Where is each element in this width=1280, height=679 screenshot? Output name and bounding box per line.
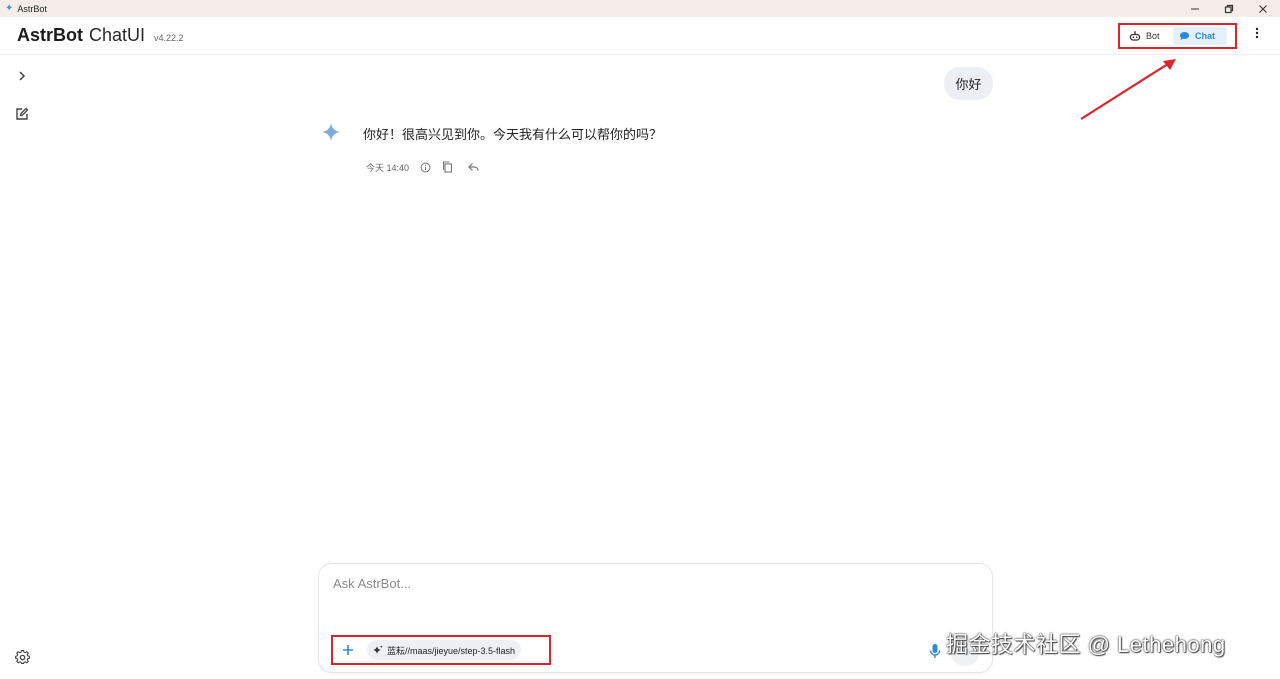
chat-bubble-icon — [1180, 32, 1189, 40]
annotation-arrow — [1080, 59, 1176, 120]
minimize-icon — [1191, 8, 1199, 9]
more-menu-button[interactable] — [1251, 27, 1263, 45]
brand-name: AstrBot — [17, 25, 83, 45]
sidebar-toggle-button[interactable] — [12, 66, 32, 86]
restore-button[interactable] — [1212, 0, 1246, 17]
model-selector[interactable]: 蓝耘//maas/jieyue/step-3.5-flash — [367, 640, 522, 660]
bot-message-meta: 今天 14:40 — [366, 159, 481, 175]
sparkles-icon — [373, 645, 383, 654]
edit-icon — [16, 107, 29, 120]
mode-switch: Bot Chat — [1118, 23, 1237, 49]
reply-button[interactable] — [465, 159, 481, 175]
user-message-bubble: 你好 — [944, 67, 993, 100]
copy-button[interactable] — [439, 159, 455, 175]
mode-bot-label: Bot — [1146, 31, 1160, 41]
window-controls — [1178, 0, 1280, 17]
info-button[interactable] — [417, 159, 433, 175]
message-timestamp: 今天 14:40 — [366, 162, 410, 173]
more-vertical-icon — [1255, 27, 1259, 39]
bot-sparkle-icon — [322, 123, 340, 141]
restore-icon — [1224, 4, 1234, 13]
copy-icon — [442, 161, 452, 173]
watermark-text: 掘金技术社区 @ Lethehong — [946, 632, 1226, 657]
microphone-icon — [929, 644, 941, 658]
robot-icon — [1129, 31, 1141, 41]
mode-bot-button[interactable]: Bot — [1123, 27, 1173, 45]
plus-icon — [343, 645, 353, 655]
composer-toolbar: 蓝耘//maas/jieyue/step-3.5-flash — [331, 635, 551, 665]
message-input[interactable] — [333, 576, 973, 616]
close-icon — [1259, 4, 1267, 13]
user-message-text: 你好 — [955, 77, 982, 92]
window-titlebar: ✦ AstrBot — [0, 0, 1280, 17]
app-logo-icon: ✦ — [5, 2, 14, 14]
reply-icon — [467, 163, 479, 171]
bot-message-text: 你好！很高兴见到你。今天我有什么可以帮你的吗？ — [363, 127, 663, 142]
version-label: v4.22.2 — [154, 33, 184, 43]
settings-button[interactable] — [12, 647, 32, 667]
attach-button[interactable] — [334, 637, 362, 663]
close-button[interactable] — [1246, 0, 1280, 17]
voice-input-button[interactable] — [926, 641, 944, 661]
window-title: AstrBot — [17, 3, 47, 14]
info-icon — [420, 162, 430, 172]
minimize-button[interactable] — [1178, 0, 1212, 17]
brand: AstrBot ChatUI v4.22.2 — [17, 25, 184, 46]
model-label: 蓝耘//maas/jieyue/step-3.5-flash — [387, 645, 516, 656]
new-chat-button[interactable] — [12, 104, 32, 124]
chevron-right-icon — [19, 71, 26, 81]
brand-product: ChatUI — [89, 25, 146, 45]
mode-chat-label: Chat — [1195, 31, 1215, 41]
gear-icon — [14, 649, 30, 664]
mode-chat-button[interactable]: Chat — [1173, 27, 1227, 45]
